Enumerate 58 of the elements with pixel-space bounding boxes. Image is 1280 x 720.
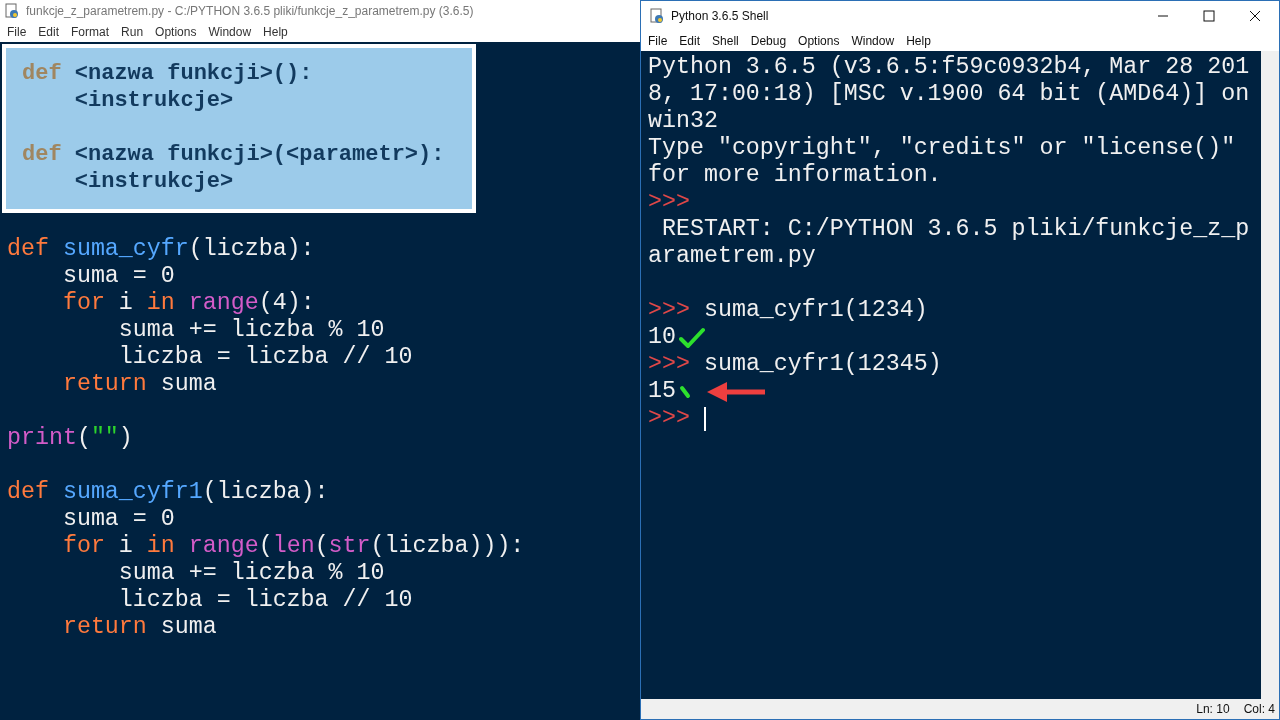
output-line: for more information. xyxy=(648,162,942,189)
result-text: 10 xyxy=(648,324,676,351)
maximize-icon[interactable] xyxy=(1203,10,1215,22)
menu-item[interactable]: Format xyxy=(66,25,117,39)
code-line: print("") xyxy=(7,425,133,452)
menu-item[interactable]: Run xyxy=(116,25,151,39)
code-line: for i in range(len(str(liczba))): xyxy=(61,533,525,560)
menu-item[interactable]: Window xyxy=(203,25,259,39)
menu-item[interactable]: Edit xyxy=(674,34,708,48)
syntax-line: <instrukcje> xyxy=(73,168,234,195)
output-line: win32 xyxy=(648,108,718,135)
menu-item[interactable]: Options xyxy=(150,25,204,39)
menu-item[interactable]: Edit xyxy=(33,25,67,39)
command-text: suma_cyfr1(1234) xyxy=(703,297,928,324)
tick-stroke-icon xyxy=(678,384,691,399)
syntax-line: def <nazwa funkcji>(<parametr>): xyxy=(22,141,445,168)
syntax-line: def <nazwa funkcji>(): xyxy=(22,60,313,87)
prompt-marker: >>> xyxy=(648,405,690,432)
menu-item[interactable]: Help xyxy=(901,34,938,48)
output-line: RESTART: C:/PYTHON 3.6.5 pliki/funkcje_z_p xyxy=(660,216,1250,243)
menu-item[interactable]: Debug xyxy=(745,34,794,48)
result-text: 15 xyxy=(648,378,676,405)
output-line: Type "copyright", "credits" or "license()" xyxy=(648,135,1236,162)
code-line: liczba = liczba // 10 xyxy=(117,587,413,614)
menu-item[interactable]: File xyxy=(643,34,675,48)
code-editor[interactable] xyxy=(0,42,640,720)
check-mark-icon xyxy=(678,326,705,349)
output-line: arametrem.py xyxy=(648,243,816,270)
output-line: 8, 17:00:18) [MSC v.1900 64 bit (AMD64)] on xyxy=(648,81,1250,108)
code-line: suma += liczba % 10 xyxy=(117,560,385,587)
window-title: Python 3.6.5 Shell xyxy=(671,9,769,23)
output-line: Python 3.6.5 (v3.6.5:f59c0932b4, Mar 28 201 xyxy=(648,54,1250,81)
close-icon[interactable] xyxy=(1249,10,1261,22)
code-line: for i in range(4): xyxy=(61,290,315,317)
menu-item[interactable]: File xyxy=(2,25,34,39)
syntax-line: <instrukcje> xyxy=(73,87,234,114)
scrollbar[interactable] xyxy=(1261,51,1279,699)
menu-item[interactable]: Help xyxy=(258,25,295,39)
file-icon xyxy=(4,3,20,19)
code-line: def suma_cyfr1(liczba): xyxy=(7,479,329,506)
code-line: suma = 0 xyxy=(61,506,175,533)
line-number: Ln: 10 xyxy=(1196,702,1230,716)
prompt-marker: >>> xyxy=(648,351,690,378)
prompt-marker: >>> xyxy=(648,189,690,216)
file-icon xyxy=(649,8,665,24)
menu-item[interactable]: Shell xyxy=(707,34,746,48)
code-line: return suma xyxy=(61,371,217,398)
column-number: Col: 4 xyxy=(1243,702,1275,716)
code-line: suma = 0 xyxy=(61,263,175,290)
code-line: liczba = liczba // 10 xyxy=(117,344,413,371)
code-line: def suma_cyfr(liczba): xyxy=(7,236,315,263)
menu-item[interactable]: Window xyxy=(846,34,902,48)
window-title: funkcje_z_parametrem.py - C:/PYTHON 3.6.5 pliki/funkcje_z_parametrem.py (3.6.5) xyxy=(26,4,474,18)
command-text: suma_cyfr1(12345) xyxy=(703,351,942,378)
menu-item[interactable]: Options xyxy=(793,34,847,48)
code-line: suma += liczba % 10 xyxy=(117,317,385,344)
prompt-marker: >>> xyxy=(648,297,690,324)
code-line: return suma xyxy=(61,614,217,641)
